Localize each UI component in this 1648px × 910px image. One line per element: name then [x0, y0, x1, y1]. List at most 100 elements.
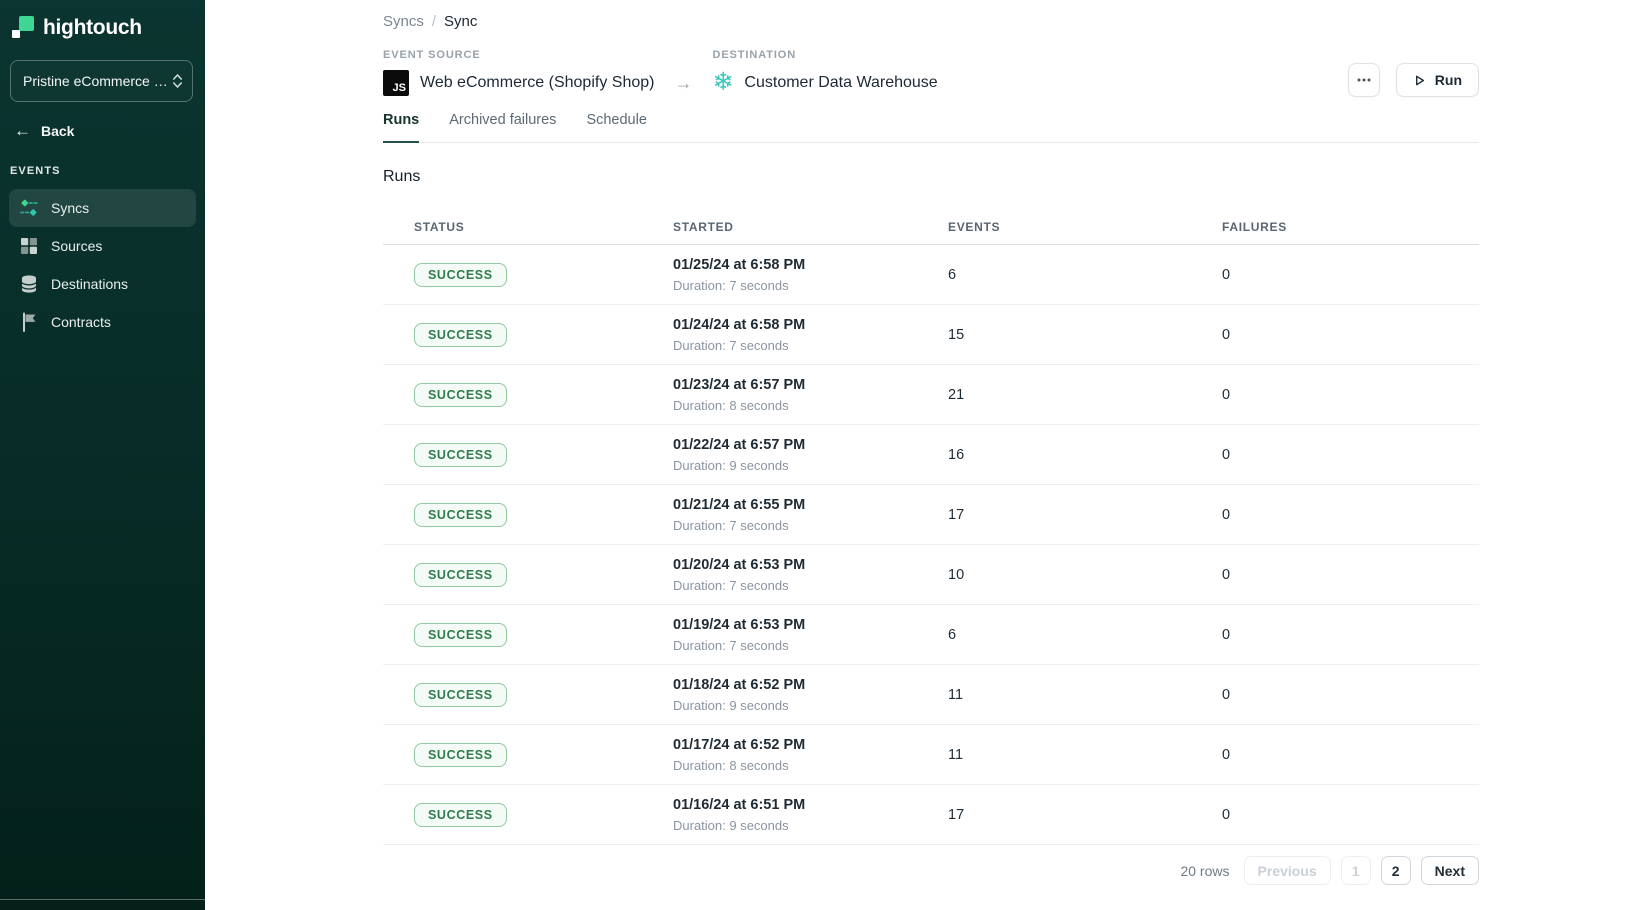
- run-duration: Duration: 9 seconds: [673, 458, 948, 473]
- run-button-label: Run: [1435, 72, 1462, 88]
- run-date: 01/17/24 at 6:52 PM: [673, 737, 948, 753]
- status-badge: SUCCESS: [414, 323, 507, 347]
- javascript-source-icon: JS: [383, 70, 409, 96]
- column-header-events: EVENTS: [948, 220, 1222, 234]
- table-row[interactable]: SUCCESS 01/22/24 at 6:57 PM Duration: 9 …: [383, 425, 1479, 485]
- failures-count: 0: [1222, 327, 1479, 343]
- status-badge: SUCCESS: [414, 623, 507, 647]
- breadcrumb-separator: /: [432, 13, 436, 30]
- hightouch-logo: hightouch: [0, 0, 205, 40]
- page-1-button[interactable]: 1: [1341, 856, 1371, 885]
- run-date: 01/24/24 at 6:58 PM: [673, 317, 948, 333]
- status-badge: SUCCESS: [414, 563, 507, 587]
- chevron-updown-icon: [173, 74, 182, 88]
- destination-block: DESTINATION ❄ Customer Data Warehouse: [712, 49, 937, 96]
- table-row[interactable]: SUCCESS 01/18/24 at 6:52 PM Duration: 9 …: [383, 665, 1479, 725]
- failures-count: 0: [1222, 807, 1479, 823]
- breadcrumb: Syncs / Sync: [383, 13, 1479, 30]
- run-date: 01/22/24 at 6:57 PM: [673, 437, 948, 453]
- breadcrumb-syncs-link[interactable]: Syncs: [383, 13, 424, 30]
- events-count: 11: [948, 747, 1222, 763]
- status-badge: SUCCESS: [414, 443, 507, 467]
- sidebar-item-sources[interactable]: Sources: [9, 227, 196, 265]
- column-header-status: STATUS: [414, 220, 673, 234]
- events-count: 17: [948, 507, 1222, 523]
- run-duration: Duration: 8 seconds: [673, 398, 948, 413]
- event-source-block: EVENT SOURCE JS Web eCommerce (Shopify S…: [383, 49, 654, 96]
- snowflake-destination-icon: ❄: [712, 70, 733, 95]
- table-row[interactable]: SUCCESS 01/25/24 at 6:58 PM Duration: 7 …: [383, 245, 1479, 305]
- run-date: 01/18/24 at 6:52 PM: [673, 677, 948, 693]
- run-duration: Duration: 9 seconds: [673, 698, 948, 713]
- workspace-selector[interactable]: Pristine eCommerce De…: [10, 60, 193, 102]
- sidebar: hightouch Pristine eCommerce De… ← Back …: [0, 0, 205, 910]
- breadcrumb-current: Sync: [444, 13, 477, 30]
- table-row[interactable]: SUCCESS 01/16/24 at 6:51 PM Duration: 9 …: [383, 785, 1479, 845]
- run-duration: Duration: 7 seconds: [673, 338, 948, 353]
- table-row[interactable]: SUCCESS 01/19/24 at 6:53 PM Duration: 7 …: [383, 605, 1479, 665]
- sidebar-item-label: Sources: [51, 238, 102, 254]
- table-row[interactable]: SUCCESS 01/17/24 at 6:52 PM Duration: 8 …: [383, 725, 1479, 785]
- page-2-button[interactable]: 2: [1381, 856, 1411, 885]
- events-section-label: EVENTS: [10, 165, 205, 177]
- failures-count: 0: [1222, 627, 1479, 643]
- previous-page-button[interactable]: Previous: [1244, 856, 1331, 885]
- failures-count: 0: [1222, 747, 1479, 763]
- events-count: 21: [948, 387, 1222, 403]
- table-body: SUCCESS 01/25/24 at 6:58 PM Duration: 7 …: [383, 245, 1479, 845]
- failures-count: 0: [1222, 507, 1479, 523]
- events-count: 11: [948, 687, 1222, 703]
- events-count: 10: [948, 567, 1222, 583]
- table-row[interactable]: SUCCESS 01/20/24 at 6:53 PM Duration: 7 …: [383, 545, 1479, 605]
- table-row[interactable]: SUCCESS 01/23/24 at 6:57 PM Duration: 8 …: [383, 365, 1479, 425]
- play-icon: [1413, 74, 1426, 87]
- failures-count: 0: [1222, 567, 1479, 583]
- status-badge: SUCCESS: [414, 383, 507, 407]
- sidebar-item-contracts[interactable]: Contracts: [9, 303, 196, 341]
- sync-header: EVENT SOURCE JS Web eCommerce (Shopify S…: [383, 49, 1479, 97]
- sidebar-item-destinations[interactable]: Destinations: [9, 265, 196, 303]
- run-duration: Duration: 8 seconds: [673, 758, 948, 773]
- workspace-name: Pristine eCommerce De…: [23, 73, 173, 89]
- tab-schedule[interactable]: Schedule: [586, 112, 646, 143]
- run-date: 01/21/24 at 6:55 PM: [673, 497, 948, 513]
- status-badge: SUCCESS: [414, 503, 507, 527]
- destination-name[interactable]: Customer Data Warehouse: [744, 74, 937, 92]
- failures-count: 0: [1222, 687, 1479, 703]
- table-header: STATUS STARTED EVENTS FAILURES: [383, 209, 1479, 245]
- table-row[interactable]: SUCCESS 01/21/24 at 6:55 PM Duration: 7 …: [383, 485, 1479, 545]
- events-count: 15: [948, 327, 1222, 343]
- sources-icon: [19, 236, 39, 256]
- events-count: 6: [948, 267, 1222, 283]
- run-duration: Duration: 7 seconds: [673, 518, 948, 533]
- hightouch-logo-icon: [12, 16, 34, 40]
- destination-label: DESTINATION: [712, 49, 937, 61]
- sidebar-footer-divider: [0, 899, 205, 900]
- back-arrow-icon: ←: [14, 122, 31, 139]
- failures-count: 0: [1222, 267, 1479, 283]
- run-button[interactable]: Run: [1396, 63, 1479, 97]
- sidebar-item-label: Contracts: [51, 314, 111, 330]
- more-options-button[interactable]: [1348, 63, 1380, 97]
- tab-runs[interactable]: Runs: [383, 112, 419, 143]
- run-date: 01/23/24 at 6:57 PM: [673, 377, 948, 393]
- run-duration: Duration: 7 seconds: [673, 638, 948, 653]
- sidebar-item-syncs[interactable]: Syncs: [9, 189, 196, 227]
- status-badge: SUCCESS: [414, 743, 507, 767]
- run-date: 01/25/24 at 6:58 PM: [673, 257, 948, 273]
- next-page-button[interactable]: Next: [1421, 856, 1479, 885]
- sidebar-nav: Syncs Sources De: [0, 189, 205, 341]
- status-badge: SUCCESS: [414, 263, 507, 287]
- back-button[interactable]: ← Back: [14, 122, 205, 139]
- run-date: 01/19/24 at 6:53 PM: [673, 617, 948, 633]
- row-count-label: 20 rows: [1180, 863, 1229, 879]
- runs-section-title: Runs: [383, 168, 1479, 186]
- main-content: Syncs / Sync EVENT SOURCE JS Web eCommer…: [205, 0, 1648, 910]
- failures-count: 0: [1222, 387, 1479, 403]
- events-count: 17: [948, 807, 1222, 823]
- tab-archived-failures[interactable]: Archived failures: [449, 112, 556, 143]
- ellipsis-icon: [1357, 78, 1371, 82]
- pagination: 20 rows Previous 1 2 Next: [383, 856, 1479, 885]
- table-row[interactable]: SUCCESS 01/24/24 at 6:58 PM Duration: 7 …: [383, 305, 1479, 365]
- event-source-name[interactable]: Web eCommerce (Shopify Shop): [420, 74, 654, 92]
